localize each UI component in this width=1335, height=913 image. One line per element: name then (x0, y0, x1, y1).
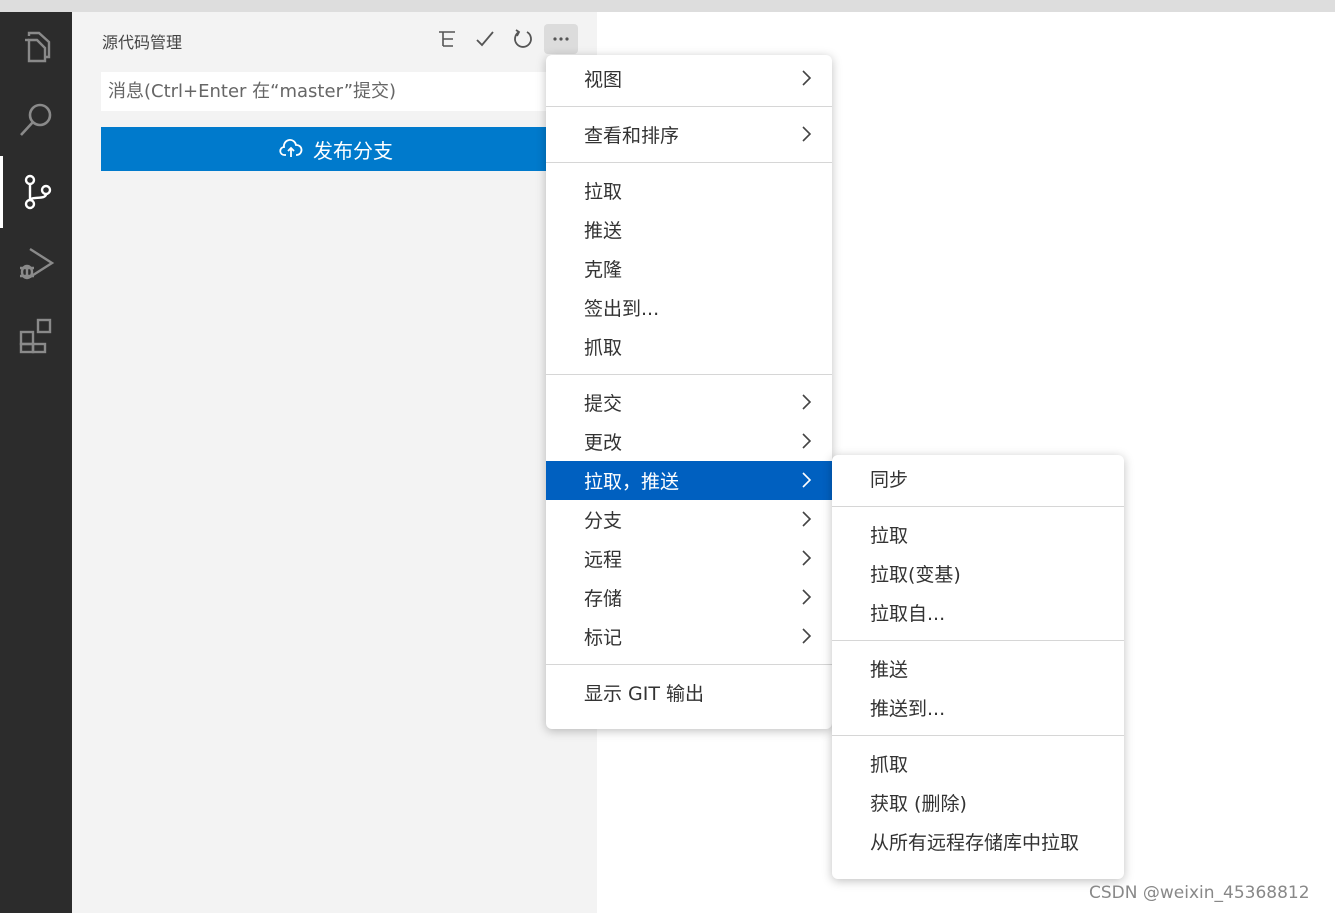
check-icon (476, 31, 494, 47)
commit-button[interactable] (468, 24, 502, 54)
search-icon (20, 103, 52, 136)
menu-item-label: 克隆 (584, 259, 623, 281)
submenu-item-fetch-prune[interactable]: 获取 (删除) (832, 783, 1124, 822)
source-control-icon (24, 174, 51, 210)
chevron-right-icon (802, 433, 812, 449)
menu-item-stash[interactable]: 存储 (546, 578, 832, 617)
chevron-right-icon (802, 394, 812, 410)
menu-separator (832, 640, 1124, 641)
menu-item-clone[interactable]: 克隆 (546, 249, 832, 288)
menu-item-push[interactable]: 推送 (546, 210, 832, 249)
menu-item-label: 远程 (584, 549, 623, 571)
more-actions-button[interactable] (544, 24, 578, 54)
submenu-item-label: 同步 (870, 469, 909, 491)
publish-branch-label: 发布分支 (313, 138, 393, 163)
submenu-item-label: 获取 (删除) (870, 793, 967, 815)
menu-item-fetch[interactable]: 抓取 (546, 327, 832, 366)
submenu-item-label: 抓取 (870, 754, 909, 776)
submenu-item-pull-from[interactable]: 拉取自... (832, 593, 1124, 632)
cloud-upload-icon (279, 139, 303, 157)
run-debug-icon (20, 247, 55, 280)
menu-item-view-and-sort[interactable]: 查看和排序 (546, 115, 832, 154)
submenu-item-label: 推送到... (870, 698, 946, 720)
activity-source-control[interactable] (0, 156, 72, 228)
chevron-right-icon (802, 511, 812, 527)
menu-item-label: 抓取 (584, 337, 623, 359)
menu-item-commit[interactable]: 提交 (546, 383, 832, 422)
submenu-item-label: 从所有远程存储库中拉取 (870, 832, 1080, 854)
menu-item-label: 存储 (584, 588, 623, 610)
submenu-item-pull-rebase[interactable]: 拉取(变基) (832, 554, 1124, 593)
menu-item-remote[interactable]: 远程 (546, 539, 832, 578)
window-top-strip (0, 0, 1335, 12)
chevron-right-icon (802, 550, 812, 566)
menu-item-label: 标记 (584, 627, 623, 649)
submenu-item-push-to[interactable]: 推送到... (832, 688, 1124, 727)
submenu-item-pull[interactable]: 拉取 (832, 515, 1124, 554)
pull-push-submenu: 同步 拉取 拉取(变基) 拉取自... 推送 推送到... 抓取 获取 (删除)… (832, 455, 1124, 879)
menu-separator (546, 162, 832, 163)
chevron-right-icon (802, 628, 812, 644)
activity-extensions[interactable] (0, 300, 72, 372)
submenu-item-label: 拉取 (870, 525, 909, 547)
menu-item-label: 视图 (584, 69, 623, 91)
menu-item-label: 提交 (584, 393, 623, 415)
submenu-item-fetch[interactable]: 抓取 (832, 744, 1124, 783)
menu-item-label: 查看和排序 (584, 125, 680, 147)
extensions-icon (19, 318, 52, 354)
more-actions-menu: 视图 查看和排序 拉取 推送 克隆 签出到... 抓取 提交 更改 拉取，推送 … (546, 55, 832, 729)
submenu-item-label: 拉取(变基) (870, 564, 961, 586)
menu-separator (832, 735, 1124, 736)
submenu-item-sync[interactable]: 同步 (832, 459, 1124, 498)
submenu-item-pull-from-all-remotes[interactable]: 从所有远程存储库中拉取 (832, 822, 1124, 861)
publish-branch-button[interactable]: 发布分支 (101, 127, 571, 171)
more-icon (553, 37, 569, 41)
refresh-button[interactable] (506, 24, 540, 54)
submenu-item-label: 推送 (870, 659, 909, 681)
menu-item-tags[interactable]: 标记 (546, 617, 832, 656)
menu-item-label: 推送 (584, 220, 623, 242)
sidebar-actions (430, 24, 578, 54)
chevron-right-icon (802, 126, 812, 142)
menu-item-view[interactable]: 视图 (546, 59, 832, 98)
menu-separator (546, 106, 832, 107)
chevron-right-icon (802, 472, 812, 488)
menu-item-label: 拉取 (584, 181, 623, 203)
menu-item-label: 签出到... (584, 298, 660, 320)
menu-item-label: 拉取，推送 (584, 471, 680, 493)
tree-view-icon (439, 31, 455, 47)
explorer-icon (25, 31, 51, 63)
menu-item-checkout-to[interactable]: 签出到... (546, 288, 832, 327)
menu-item-show-git-output[interactable]: 显示 GIT 输出 (546, 673, 832, 712)
menu-item-branch[interactable]: 分支 (546, 500, 832, 539)
refresh-icon (514, 29, 532, 48)
menu-item-pull-push[interactable]: 拉取，推送 (546, 461, 832, 500)
menu-item-changes[interactable]: 更改 (546, 422, 832, 461)
view-as-tree-button[interactable] (430, 24, 464, 54)
source-control-sidebar: 源代码管理 消息(Ctrl+Enter 在“master”提交) 发布分支 (72, 12, 597, 913)
menu-item-pull[interactable]: 拉取 (546, 171, 832, 210)
activity-bar (0, 12, 72, 913)
submenu-item-label: 拉取自... (870, 603, 946, 625)
menu-item-label: 显示 GIT 输出 (584, 683, 705, 705)
menu-item-label: 更改 (584, 432, 623, 454)
chevron-right-icon (802, 589, 812, 605)
activity-search[interactable] (0, 84, 72, 156)
watermark: CSDN @weixin_45368812 (1089, 883, 1310, 903)
menu-separator (546, 374, 832, 375)
menu-separator (832, 506, 1124, 507)
sidebar-title: 源代码管理 (102, 33, 183, 52)
menu-separator (546, 664, 832, 665)
chevron-right-icon (802, 70, 812, 86)
activity-explorer[interactable] (0, 12, 72, 84)
submenu-item-push[interactable]: 推送 (832, 649, 1124, 688)
commit-message-input[interactable] (101, 72, 571, 111)
activity-run-debug[interactable] (0, 228, 72, 300)
menu-item-label: 分支 (584, 510, 623, 532)
